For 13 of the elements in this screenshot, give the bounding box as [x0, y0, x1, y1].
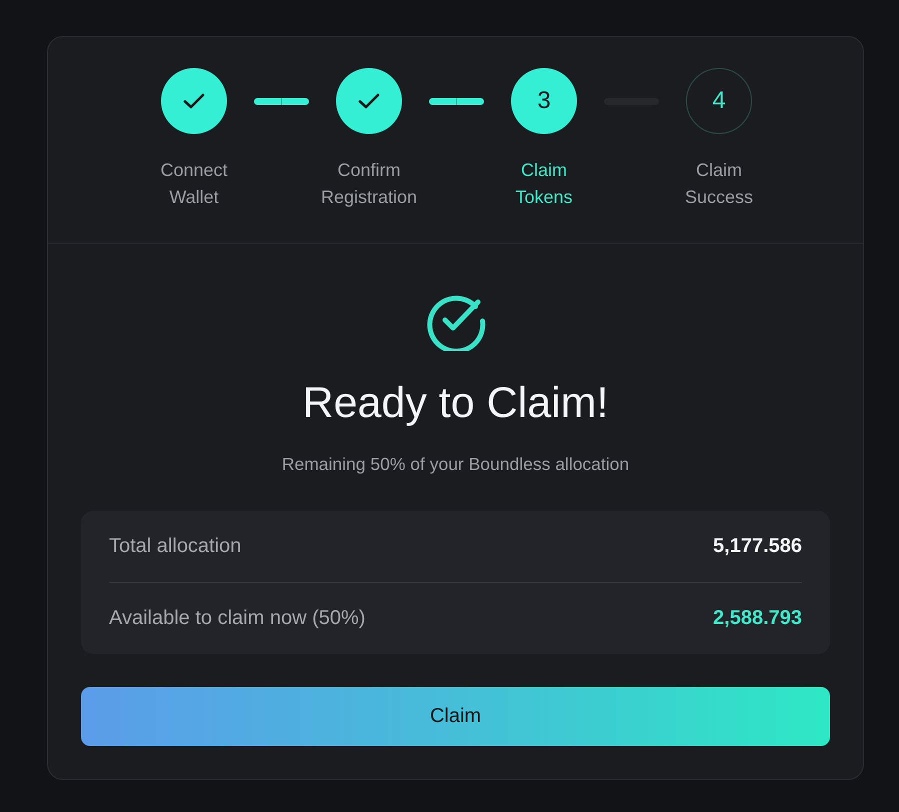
- step-label: Claim Success: [684, 159, 753, 209]
- row-label: Available to claim now (50%): [109, 607, 366, 630]
- step-label: Connect Wallet: [160, 159, 228, 209]
- step-label: Claim Tokens: [515, 159, 573, 209]
- page-title: Ready to Claim!: [302, 378, 608, 429]
- subtitle-text: Remaining 50% of your Boundless allocation: [282, 453, 630, 476]
- row-value: 2,588.793: [713, 607, 802, 630]
- row-value: 5,177.586: [713, 535, 802, 558]
- step-number: 4: [686, 68, 752, 134]
- row-label: Total allocation: [109, 535, 242, 558]
- step-number: 3: [511, 68, 577, 134]
- step-label: Confirm Registration: [320, 159, 418, 209]
- claim-button[interactable]: Claim: [81, 687, 830, 746]
